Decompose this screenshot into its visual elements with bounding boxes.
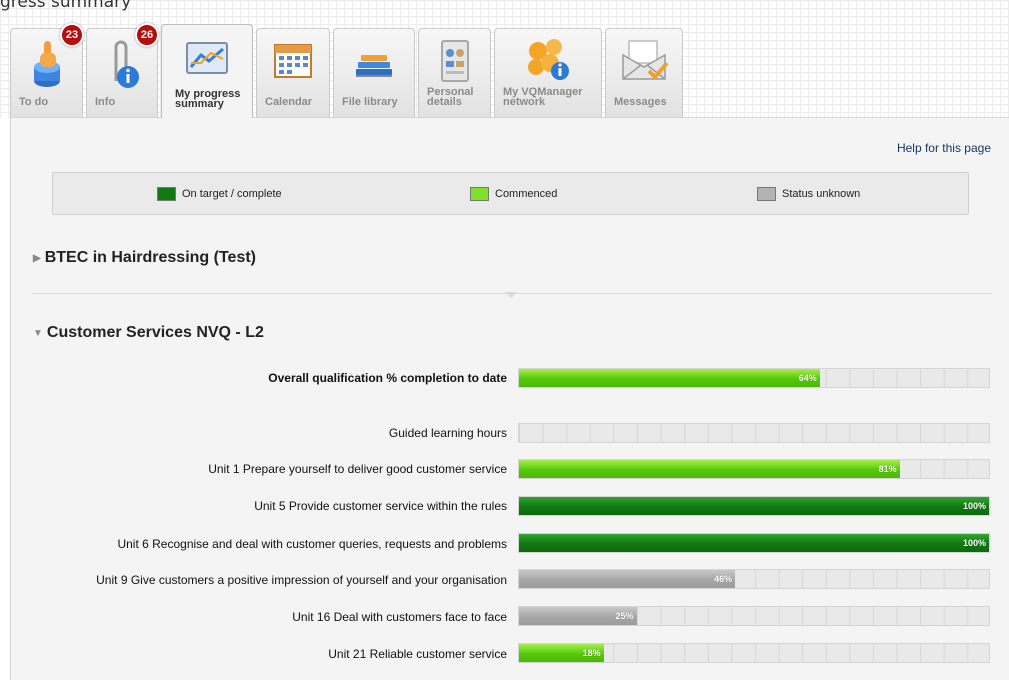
progress-bar-guided-learning (518, 423, 990, 443)
divider-notch (505, 292, 517, 298)
percent-label: 25% (615, 611, 634, 621)
tab-file-library[interactable]: File library (333, 28, 415, 117)
legend-label: Commenced (495, 188, 558, 200)
bar-fill: 25% (519, 607, 637, 625)
tab-label: Messages (614, 96, 667, 108)
tab-my-vqmanager-network[interactable]: My VQManager network (494, 28, 602, 117)
tab-my-progress-summary[interactable]: My progress summary (161, 24, 253, 118)
legend-item-commenced: Commenced (470, 187, 557, 201)
tab-info[interactable]: 26 Info (86, 23, 159, 117)
progress-bar-overall: 64% (518, 368, 990, 388)
progress-bar-unit-21: 18% (518, 643, 990, 663)
row-label-unit-5: Unit 5 Provide customer service within t… (254, 499, 507, 513)
tab-calendar[interactable]: Calendar (256, 28, 330, 117)
bar-fill: 100% (519, 534, 989, 552)
row-label-overall: Overall qualification % completion to da… (268, 371, 507, 385)
expand-arrow-icon: ▶ (33, 253, 41, 264)
contacts-icon (438, 37, 472, 88)
percent-label: 81% (878, 464, 897, 474)
legend-label: On target / complete (182, 188, 282, 200)
section-customer-services[interactable]: ▼ Customer Services NVQ - L2 (33, 324, 264, 342)
percent-label: 18% (582, 648, 601, 658)
complete-swatch (157, 187, 176, 201)
percent-label: 64% (798, 373, 817, 383)
bar-fill: 46% (519, 570, 736, 588)
finger-icon (30, 37, 64, 94)
page-title: gress summary (0, 0, 132, 12)
collapse-arrow-icon: ▼ (33, 328, 43, 339)
section-title-text: Customer Services NVQ - L2 (46, 324, 264, 341)
progress-bar-unit-5: 100% (518, 496, 990, 516)
progress-bar-unit-6: 100% (518, 533, 990, 553)
row-label-unit-6: Unit 6 Recognise and deal with customer … (117, 537, 507, 551)
tab-label: Personal details (427, 86, 474, 108)
tab-personal-details[interactable]: Personal details (418, 28, 491, 117)
calendar-icon (273, 37, 313, 86)
section-title-text: BTEC in Hairdressing (Test) (44, 249, 256, 266)
chart-icon (185, 33, 229, 82)
tab-label: To do (19, 96, 49, 108)
tab-messages[interactable]: Messages (605, 28, 683, 117)
commenced-swatch (470, 187, 489, 201)
legend-label: Status unknown (782, 188, 861, 200)
help-link[interactable]: Help for this page (897, 141, 991, 155)
tab-label: Info (95, 96, 116, 108)
books-icon (352, 37, 396, 86)
row-label-unit-16: Unit 16 Deal with customers face to face (292, 610, 507, 624)
bar-fill: 18% (519, 644, 604, 662)
info-clip-icon (102, 37, 142, 94)
legend-box: On target / complete Commenced Status un… (52, 172, 969, 215)
legend-item-unknown: Status unknown (757, 187, 860, 201)
percent-label: 46% (714, 574, 733, 584)
row-label-guided-learning: Guided learning hours (388, 426, 507, 440)
row-label-unit-9: Unit 9 Give customers a positive impress… (96, 573, 507, 587)
tab-to-do[interactable]: 23 To do (10, 23, 84, 117)
progress-bar-unit-1: 81% (518, 459, 990, 479)
section-btec-hairdressing[interactable]: ▶ BTEC in Hairdressing (Test) (33, 249, 256, 267)
unknown-swatch (757, 187, 776, 201)
todo-count-badge: 23 (60, 23, 84, 47)
legend-item-complete: On target / complete (157, 187, 282, 201)
progress-bar-unit-9: 46% (518, 569, 990, 589)
percent-label: 100% (962, 538, 986, 548)
bar-fill: 64% (519, 369, 820, 387)
percent-label: 100% (962, 501, 986, 511)
progress-bar-unit-16: 25% (518, 606, 990, 626)
tab-label: My progress summary (175, 88, 241, 110)
network-icon (522, 37, 574, 88)
tab-label: My VQManager network (503, 86, 583, 108)
row-label-unit-1: Unit 1 Prepare yourself to deliver good … (208, 462, 507, 476)
tab-label: File library (342, 96, 398, 108)
bar-fill: 100% (519, 497, 989, 515)
tab-label: Calendar (265, 96, 313, 108)
envelope-icon (619, 37, 669, 88)
info-count-badge: 26 (135, 23, 159, 47)
bar-fill: 81% (519, 460, 900, 478)
row-label-unit-21: Unit 21 Reliable customer service (328, 647, 507, 661)
